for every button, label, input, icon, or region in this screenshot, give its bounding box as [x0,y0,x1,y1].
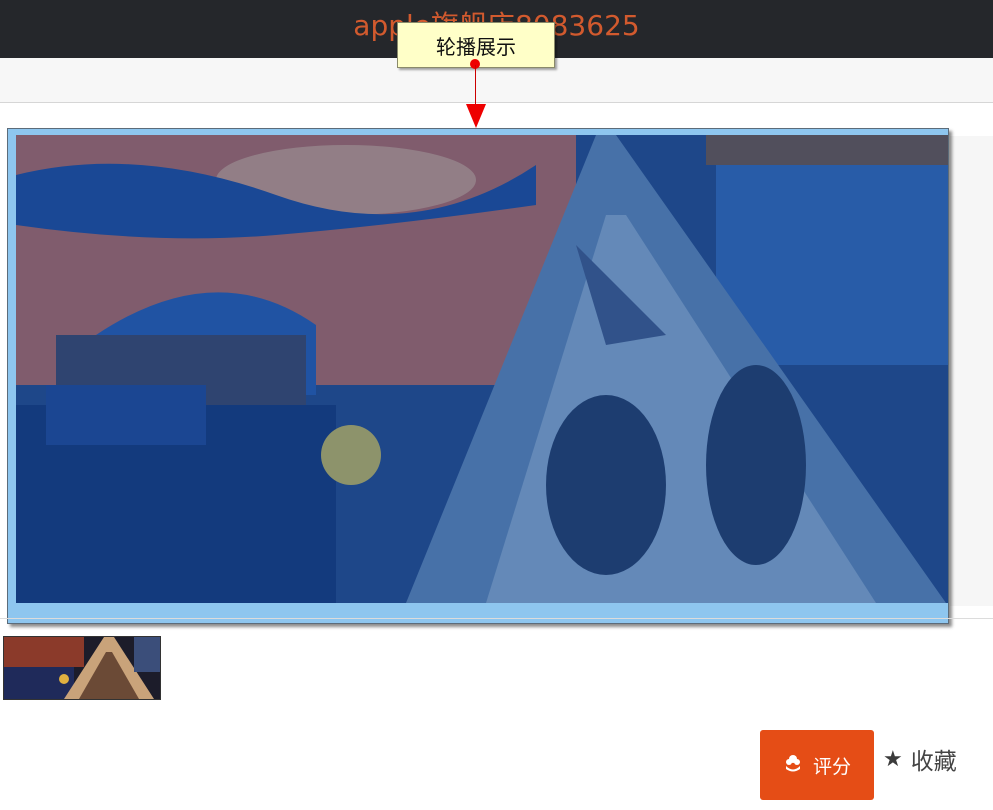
rate-button[interactable]: 评分 [760,730,874,800]
carousel-thumbnail[interactable] [3,636,161,700]
page-background-strip [950,136,993,606]
flower-icon [783,753,803,778]
star-icon: ★ [883,746,903,772]
carousel-slide-image[interactable] [16,135,948,603]
rate-button-label: 评分 [812,755,851,778]
arrow-down-icon [466,104,486,128]
favorite-button[interactable]: ★ 收藏 [883,742,957,776]
carousel-slideshow[interactable] [7,128,949,624]
kids-tent-thumbnail-image [4,637,160,699]
kids-tent-photo [16,135,948,603]
content-divider [0,618,993,619]
favorite-label: 收藏 [910,749,957,775]
tooltip-pointer-line [475,65,476,105]
